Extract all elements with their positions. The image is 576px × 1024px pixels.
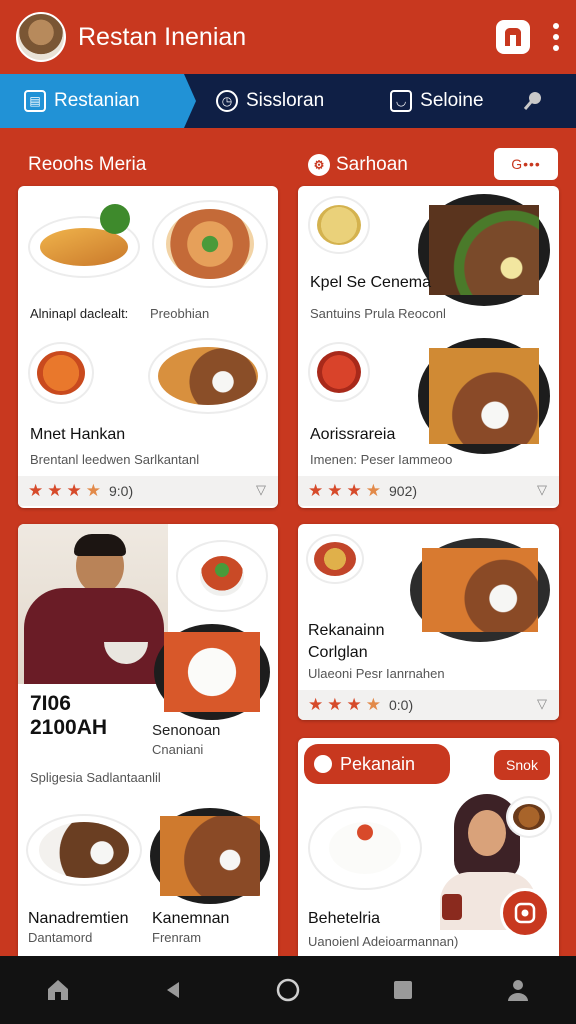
category-pill-label: Pekanain [340,753,416,774]
avatar[interactable] [16,12,66,62]
rating-row: ★ ★ ★ ★ 9:0) ▽ [18,476,278,506]
price-line-1: 7I06 [30,692,71,715]
row1-left-label: Alninapl daclealt: [30,306,129,321]
item2-title: Kanemnan [152,910,230,927]
item1-subtitle: Dantamord [28,930,93,945]
dish-title: Senonoan [152,722,221,739]
dish-title: Kpel Se Cenema [310,274,431,291]
menu-card-1[interactable]: Alninapl daclealt: Preobhian Mnet Hankan… [18,186,278,508]
profile-icon[interactable] [498,970,538,1010]
chevron-down-icon[interactable]: ▽ [537,482,547,498]
dish-image [176,540,268,612]
dish-image [28,342,94,404]
filter-button[interactable]: G••• [494,148,558,180]
tab-sissloran[interactable]: ◷ Sissloran [216,74,324,128]
rating-text: 0:0) [389,697,414,713]
bottom-navigation [0,956,576,1024]
dish-subtitle: Cnaniani [152,742,204,757]
section-title-right: ⚙ Sarhoan [308,154,408,176]
dish-description: Spligesia Sadlantaanlil [30,770,161,785]
back-icon[interactable] [153,970,193,1010]
dish-description: Uanoienl Adeioarmannan) [308,934,459,949]
item2-subtitle: Frenram [152,930,202,945]
dish-image [306,534,364,584]
dish-image [308,196,370,254]
snack-button[interactable]: Snok [494,750,550,780]
clock-icon: ◷ [216,90,238,112]
star-half-icon: ★ [365,695,381,714]
rating-row: ★ ★ ★ ★ 0:0) ▽ [298,690,559,720]
dish-description-2: Imenen: Peser Iammeoo [310,452,453,467]
dish-title-1: Rekanainn [308,622,385,639]
dish-image [418,194,550,306]
dish-image [410,538,550,642]
star-icon: ★ [308,695,324,714]
star-icon: ★ [327,695,343,714]
row1-right-label: Preobhian [150,306,210,321]
dish-title: Behetelria [308,910,381,927]
item1-title: Nanadremtien [28,910,129,927]
rating-text: 902) [389,483,418,499]
pin-icon [523,92,541,110]
category-pill[interactable]: Pekanain [304,744,450,784]
chevron-down-icon[interactable]: ▽ [256,482,266,498]
star-icon: ★ [28,481,44,500]
dish-description: Santuins Prula Reoconl [310,306,446,321]
circle-home-icon[interactable] [268,970,308,1010]
grid-icon: ▤ [24,90,46,112]
star-icon: ★ [47,481,63,500]
tab-restanian[interactable]: ▤ Restanian [0,74,196,128]
dish-image [154,624,270,720]
dish-image [148,338,268,414]
chevron-down-icon[interactable]: ▽ [537,696,547,712]
badge-icon [514,902,536,924]
menu-card-3[interactable]: 7I06 2100AH Senonoan Cnaniani Spligesia … [18,524,278,956]
dish-image [308,342,370,402]
more-vertical-icon[interactable] [552,23,560,51]
dish-description: Brentanl leedwen Sarlkantanl [30,452,200,467]
tab-label: Seloine [420,90,484,111]
menu-card-4[interactable]: Rekanainn Corlglan Ulaeoni Pesr Ianrnahe… [298,524,559,720]
star-icon: ★ [327,481,343,500]
tab-pin[interactable] [522,74,544,128]
dish-image [26,814,142,886]
dish-title: Mnet Hankan [30,426,126,443]
dish-description: Ulaeoni Pesr Ianrnahen [308,666,445,681]
app-title: Restan Inenian [78,22,247,51]
star-icon: ★ [308,481,324,500]
section-title-left: Reoohs Meria [28,154,147,175]
floating-action-button[interactable] [500,888,550,938]
tab-label: Sissloran [246,90,325,111]
star-half-icon: ★ [365,481,381,500]
app-bar: Restan Inenian [0,0,576,74]
rating-row: ★ ★ ★ ★ 902) ▽ [298,476,559,506]
dish-subtitle: Aorissrareia [310,426,396,443]
tab-bar: ▤ Restanian ◷ Sissloran ◡ Seloine [0,74,576,128]
chef-photo [18,524,168,684]
menu-card-2[interactable]: Kpel Se Cenema Santuins Prula Reoconl Ao… [298,186,559,508]
dish-title-2: Corlglan [308,644,368,661]
dish-image [152,200,268,288]
star-half-icon: ★ [85,481,101,500]
tab-label: Restanian [54,90,140,111]
recipe-icon: ⚙ [308,154,330,176]
star-icon: ★ [346,481,362,500]
star-icon: ★ [346,695,362,714]
herb-garnish [100,204,130,234]
dish-image [308,806,422,890]
recents-icon[interactable] [383,970,423,1010]
star-icon: ★ [66,481,82,500]
dish-image [418,338,550,454]
chat-icon: ◡ [390,90,413,112]
rating-text: 9:0) [109,483,134,499]
home-icon[interactable] [38,970,78,1010]
tag-icon [314,755,332,773]
dish-image [506,796,552,838]
app-logo-icon[interactable] [496,20,530,54]
tab-seloine[interactable]: ◡ Seloine [390,74,484,128]
section-title-right-label: Sarhoan [336,154,408,175]
price-line-2: 2100AH [30,716,108,739]
dish-image [150,808,270,904]
